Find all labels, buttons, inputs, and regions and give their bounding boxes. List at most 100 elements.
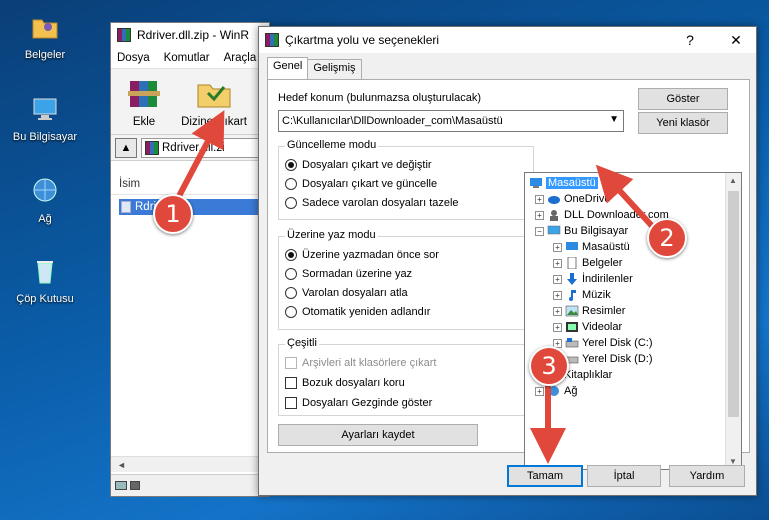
add-button[interactable]: Ekle — [119, 73, 169, 130]
desktop-icon-belgeler[interactable]: Belgeler — [6, 12, 84, 61]
tree-vertical-scrollbar[interactable]: ▲ ▼ — [725, 173, 741, 469]
chevron-down-icon[interactable]: ▼ — [609, 114, 619, 125]
list-item[interactable]: Rdriver.dll — [119, 199, 267, 215]
archive-books-icon — [128, 81, 160, 107]
tree-item-masaustu-root[interactable]: Masaüstü — [529, 175, 598, 191]
save-settings-button[interactable]: Ayarları kaydet — [278, 424, 478, 446]
checkbox-keep-broken[interactable]: Bozuk dosyaları koru — [285, 377, 405, 389]
radio-button-checked[interactable] — [285, 249, 297, 261]
scroll-up-icon[interactable]: ▲ — [729, 176, 737, 185]
tab-gelismis[interactable]: Gelişmiş — [307, 59, 362, 79]
tree-item-dll-downloader[interactable]: + DLL Downloader.com — [535, 207, 669, 223]
desktop-icon-cop-kutusu[interactable]: Çöp Kutusu — [6, 256, 84, 305]
tree-item-label: Masaüstü — [546, 177, 598, 189]
tree-item-belgeler[interactable]: + Belgeler — [553, 255, 622, 271]
expand-icon[interactable]: + — [553, 290, 562, 300]
option-label: Bozuk dosyaları koru — [302, 377, 405, 389]
tree-item-disk-c[interactable]: + Yerel Disk (C:) — [553, 335, 653, 351]
expand-icon[interactable]: + — [553, 306, 562, 316]
expand-icon[interactable]: + — [535, 386, 544, 396]
up-arrow-icon: ▲ — [120, 141, 132, 154]
option-label: Otomatik yeniden adlandır — [302, 306, 431, 318]
dll-file-icon — [121, 201, 131, 213]
tree-item-label: Kitaplıklar — [564, 369, 613, 381]
cancel-button[interactable]: İptal — [587, 465, 661, 487]
expand-icon[interactable]: + — [553, 274, 562, 284]
ok-button[interactable]: Tamam — [507, 465, 583, 487]
radio-button[interactable] — [285, 197, 297, 209]
checkbox-show-in-explorer[interactable]: Dosyaları Gezginde göster — [285, 397, 432, 409]
desktop-icon-bu-bilgisayar[interactable]: Bu Bilgisayar — [6, 94, 84, 143]
expand-icon[interactable]: + — [535, 210, 544, 220]
archive-path-field[interactable]: Rdriver.dll.zi — [141, 137, 265, 158]
update-mode-title: Güncelleme modu — [285, 139, 379, 151]
pictures-icon — [565, 305, 579, 317]
document-icon — [567, 257, 577, 269]
add-label: Ekle — [132, 116, 156, 128]
help-title-button[interactable]: ? — [670, 27, 710, 53]
checkbox[interactable] — [285, 377, 297, 389]
misc-group: Çeşitli Arşivleri alt klasörlere çıkart … — [278, 337, 534, 416]
up-folder-button[interactable]: ▲ — [115, 137, 137, 158]
checkbox[interactable] — [285, 397, 297, 409]
tree-item-indirilenler[interactable]: + İndirilenler — [553, 271, 633, 287]
radio-freshen-existing[interactable]: Sadece varolan dosyaları tazele — [285, 197, 459, 209]
menu-komutlar[interactable]: Komutlar — [164, 52, 210, 64]
close-icon[interactable]: ✕ — [716, 27, 756, 53]
desktop-icon — [566, 242, 578, 250]
folder-tree[interactable]: Masaüstü + OneDrive + DLL Downloader.com… — [524, 172, 742, 470]
desktop-icon-ag[interactable]: Ağ — [6, 176, 84, 225]
tree-item-label: Masaüstü — [582, 241, 630, 253]
winrar-toolbar: Ekle Dizine Çıkart — [111, 69, 269, 135]
tree-item-videolar[interactable]: + Videolar — [553, 319, 622, 335]
radio-overwrite-without-prompt[interactable]: Sormadan üzerine yaz — [285, 268, 412, 280]
tree-item-label: İndirilenler — [582, 273, 633, 285]
tree-item-resimler[interactable]: + Resimler — [553, 303, 625, 319]
tree-item-muzik[interactable]: + Müzik — [553, 287, 611, 303]
menu-araclar[interactable]: Araçla — [224, 52, 257, 64]
checkbox — [285, 357, 297, 369]
computer-icon — [33, 98, 57, 120]
step-marker-1: 1 — [153, 194, 193, 234]
tree-item-label: Resimler — [582, 305, 626, 317]
show-button[interactable]: Göster — [638, 88, 728, 110]
help-button[interactable]: Yardım — [669, 465, 745, 487]
folder-icon — [32, 19, 58, 39]
tree-item-label: Videolar — [582, 321, 623, 333]
radio-button[interactable] — [285, 268, 297, 280]
destination-path-combo[interactable]: C:\Kullanıcılar\DllDownloader_com\Masaüs… — [278, 110, 624, 132]
scroll-thumb[interactable] — [728, 191, 739, 417]
column-header-name[interactable]: İsim — [111, 173, 269, 195]
new-folder-button[interactable]: Yeni klasör — [638, 112, 728, 134]
expand-icon[interactable]: + — [553, 322, 562, 332]
radio-extract-replace[interactable]: Dosyaları çıkart ve değiştir — [285, 159, 432, 171]
radio-button[interactable] — [285, 287, 297, 299]
radio-extract-update[interactable]: Dosyaları çıkart ve güncelle — [285, 178, 437, 190]
radio-button[interactable] — [285, 178, 297, 190]
radio-ask-before-overwrite[interactable]: Üzerine yazmadan önce sor — [285, 249, 439, 261]
video-icon — [566, 322, 578, 332]
option-label: Üzerine yazmadan önce sor — [302, 249, 439, 261]
expand-icon[interactable]: + — [553, 258, 562, 268]
step-marker-3: 3 — [529, 346, 569, 386]
collapse-icon[interactable]: − — [535, 226, 544, 236]
checkbox-extract-subfolders: Arşivleri alt klasörlere çıkart — [285, 357, 436, 369]
radio-button[interactable] — [285, 306, 297, 318]
expand-icon[interactable]: + — [553, 242, 562, 252]
general-panel: Hedef konum (bulunmazsa oluşturulacak) C… — [267, 79, 750, 470]
winrar-title: Rdriver.dll.zip - WinR — [137, 28, 250, 42]
horizontal-scrollbar[interactable]: ◄ — [111, 456, 269, 472]
tree-item-onedrive[interactable]: + OneDrive — [535, 191, 610, 207]
music-icon — [569, 290, 576, 301]
tree-item-ag[interactable]: + Ağ — [535, 383, 577, 399]
tree-item-masaustu[interactable]: + Masaüstü — [553, 239, 630, 255]
radio-auto-rename[interactable]: Otomatik yeniden adlandır — [285, 306, 430, 318]
radio-skip-existing[interactable]: Varolan dosyaları atla — [285, 287, 408, 299]
tree-item-bu-bilgisayar[interactable]: − Bu Bilgisayar — [535, 223, 628, 239]
tab-genel[interactable]: Genel — [267, 57, 309, 79]
expand-icon[interactable]: + — [535, 194, 544, 204]
dialog-title-bar: Çıkartma yolu ve seçenekleri ? ✕ — [259, 27, 756, 53]
radio-button-checked[interactable] — [285, 159, 297, 171]
menu-dosya[interactable]: Dosya — [117, 52, 150, 64]
extract-to-button[interactable]: Dizine Çıkart — [179, 73, 249, 130]
